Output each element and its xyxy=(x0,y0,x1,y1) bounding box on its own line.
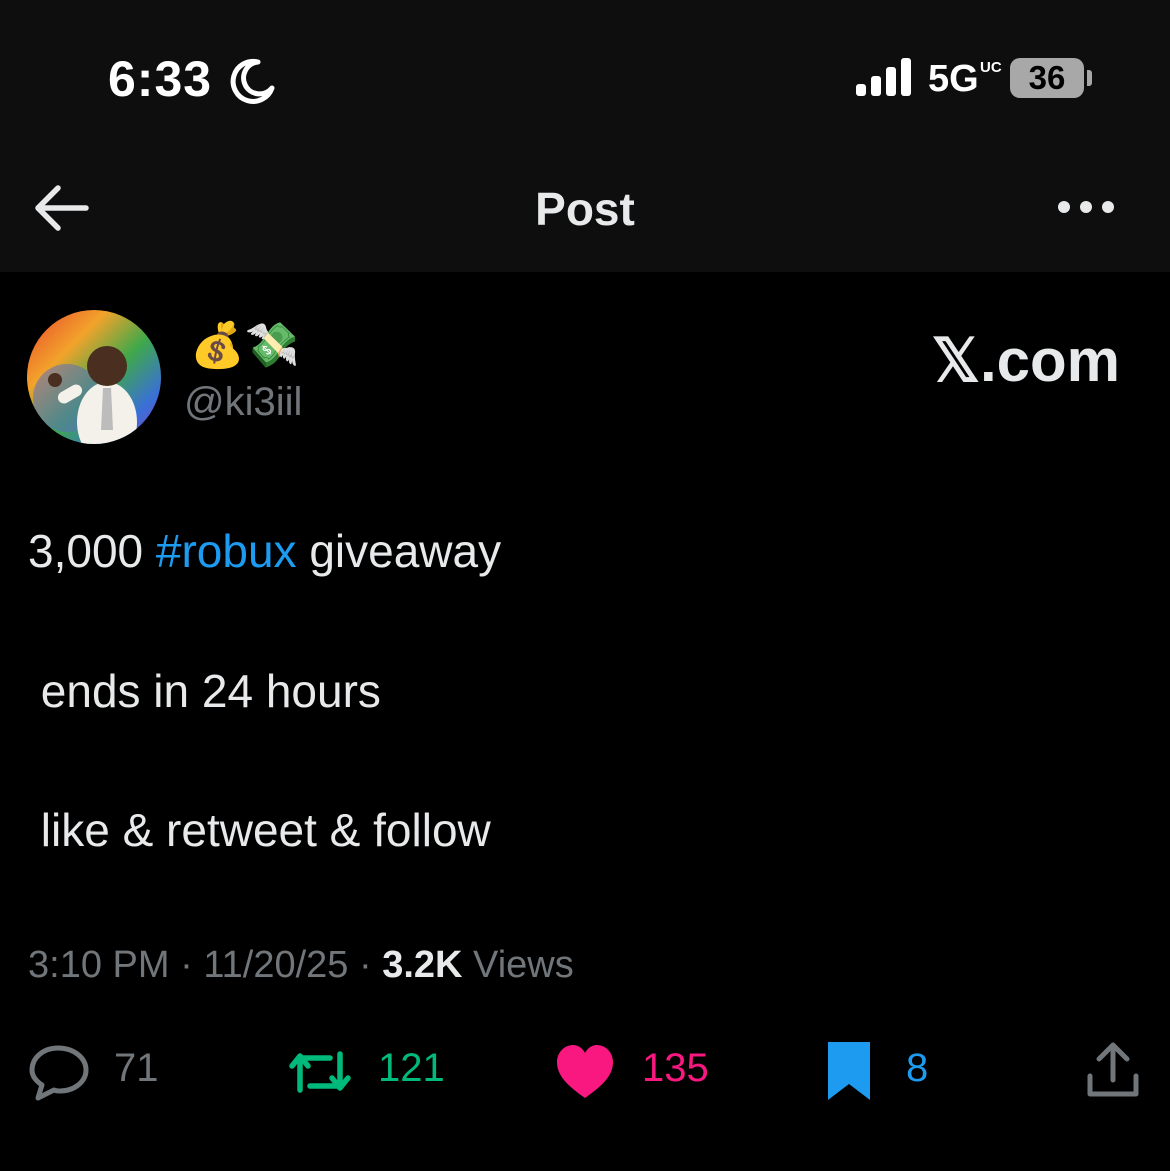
repost-button[interactable]: 121 xyxy=(286,1040,446,1104)
network-suffix: UC xyxy=(980,59,1002,76)
tweet-text-line-1: 3,000 #robux giveaway xyxy=(28,524,501,578)
repost-icon xyxy=(289,1051,351,1093)
signal-icon xyxy=(856,58,911,96)
hashtag-link[interactable]: #robux xyxy=(156,525,297,577)
bookmark-icon xyxy=(828,1042,870,1100)
status-time: 6:33 xyxy=(108,51,213,107)
tweet-text-line-3: like & retweet & follow xyxy=(28,804,491,856)
profile-photo-icon xyxy=(27,310,161,444)
x-watermark: 𝕏.com xyxy=(931,327,1120,394)
bookmark-count: 8 xyxy=(906,1046,929,1090)
moon-icon xyxy=(230,58,275,104)
views-label: Views xyxy=(462,944,574,986)
tweet-text-prefix: 3,000 xyxy=(28,525,156,577)
reply-icon xyxy=(29,1045,89,1101)
battery-indicator: 36 xyxy=(1010,58,1084,98)
reply-count: 71 xyxy=(114,1046,159,1090)
like-count: 135 xyxy=(642,1046,709,1090)
share-icon xyxy=(1087,1042,1139,1097)
views-count[interactable]: 3.2K xyxy=(382,944,462,986)
tweet-meta: 3:10 PM · 11/20/25 · 3.2K Views xyxy=(28,944,574,987)
share-button[interactable] xyxy=(1086,1040,1142,1104)
reply-button[interactable]: 71 xyxy=(28,1040,168,1104)
battery-cap xyxy=(1087,70,1092,86)
meta-separator: · xyxy=(169,944,204,986)
bookmark-button[interactable]: 8 xyxy=(826,1040,946,1104)
avatar[interactable] xyxy=(27,310,161,444)
tweet-text-suffix: giveaway xyxy=(296,525,502,577)
repost-count: 121 xyxy=(378,1046,445,1090)
display-name[interactable]: 💰💸 xyxy=(190,318,300,374)
tweet-text-line-2: ends in 24 hours xyxy=(28,665,381,717)
page-title: Post xyxy=(535,183,635,235)
heart-icon xyxy=(557,1045,613,1098)
post-date: 11/20/25 xyxy=(203,944,349,986)
network-label: 5G xyxy=(928,58,979,100)
meta-separator: · xyxy=(348,944,383,986)
more-options-icon[interactable] xyxy=(1052,190,1120,224)
user-handle[interactable]: @ki3iil xyxy=(184,380,302,425)
post-screen: 6:33 5G UC 36 Post 💰💸 @ki3iil 𝕏.com 3,00… xyxy=(0,0,1170,1171)
post-time: 3:10 PM xyxy=(28,944,170,986)
like-button[interactable]: 135 xyxy=(554,1040,714,1104)
